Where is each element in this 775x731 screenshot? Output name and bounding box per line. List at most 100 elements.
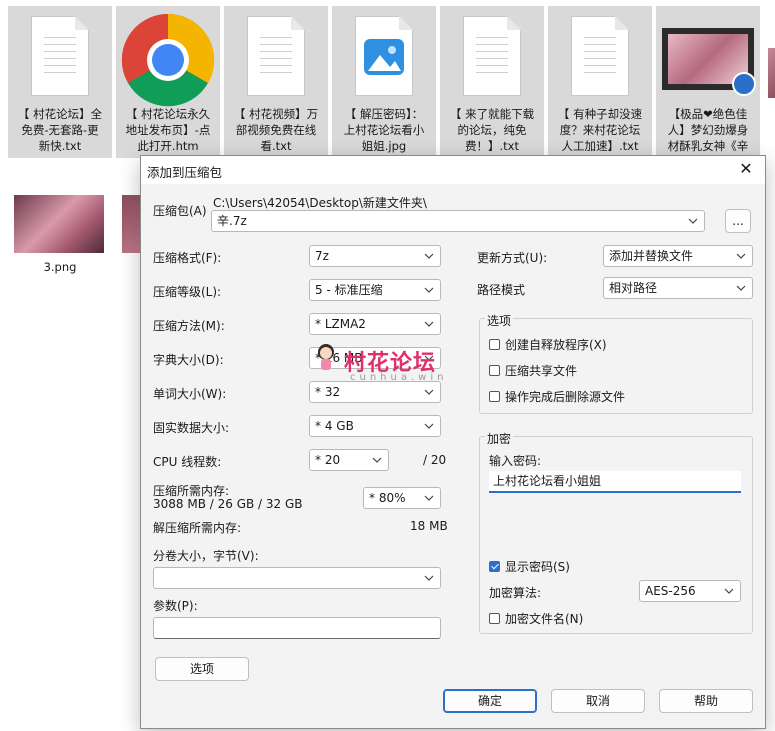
image-thumbnail (14, 195, 104, 253)
checkbox-checked-icon (489, 561, 500, 572)
shared-checkbox[interactable]: 压缩共享文件 (489, 362, 577, 379)
desktop-file-partial[interactable] (122, 195, 140, 253)
encryption-group-title: 加密 (485, 430, 514, 447)
split-label: 分卷大小，字节(V): (153, 549, 259, 563)
file-label: 3.png (43, 260, 77, 274)
path-mode-label: 路径模式 (477, 283, 526, 297)
image-file-icon (332, 12, 436, 104)
level-label: 压缩等级(L): (153, 285, 222, 299)
solid-select[interactable]: * 4 GB (309, 415, 441, 437)
video-thumbnail-icon (656, 12, 760, 104)
chrome-icon (116, 12, 220, 107)
mem-decomp-value: 18 MB (410, 519, 448, 533)
desktop-file-2[interactable]: 【 村花视频】万 部视频免费在线 看.txt (224, 6, 328, 158)
cpu-select[interactable]: * 20 (309, 449, 389, 471)
checkbox-icon (489, 613, 500, 624)
txt-file-icon (548, 12, 652, 104)
update-label: 更新方式(U): (477, 251, 548, 265)
chevron-down-icon (736, 285, 746, 291)
txt-file-icon (8, 12, 112, 104)
chevron-down-icon (424, 423, 434, 429)
update-select[interactable]: 添加并替换文件 (603, 245, 753, 267)
sfx-checkbox[interactable]: 创建自释放程序(X) (489, 336, 607, 353)
delete-checkbox[interactable]: 操作完成后删除源文件 (489, 388, 625, 405)
chevron-down-icon (372, 457, 382, 463)
format-label: 压缩格式(F): (153, 251, 222, 265)
mem-comp-detail: 3088 MB / 26 GB / 32 GB (153, 497, 303, 511)
chevron-down-icon (688, 218, 698, 224)
desktop-file-3png[interactable]: 3.png (8, 190, 112, 280)
format-select[interactable]: 7z (309, 245, 441, 267)
enc-names-checkbox[interactable]: 加密文件名(N) (489, 610, 583, 627)
archive-label: 压缩包(A) (153, 204, 207, 218)
archive-path: C:\Users\42054\Desktop\新建文件夹\ (213, 196, 427, 210)
desktop-file-0[interactable]: 【 村花论坛】全 免费-无套路-更 新快.txt (8, 6, 112, 158)
archive-name-combo[interactable]: 辛.7z (211, 210, 705, 232)
help-button[interactable]: 帮助 (659, 689, 753, 713)
path-mode-select[interactable]: 相对路径 (603, 277, 753, 299)
cancel-button[interactable]: 取消 (551, 689, 645, 713)
dict-label: 字典大小(D): (153, 353, 224, 367)
file-label: 【 村花论坛永久 地址发布页】-点 此打开.htm (125, 107, 211, 153)
add-to-archive-dialog: 添加到压缩包 ✕ 压缩包(A) C:\Users\42054\Desktop\新… (140, 155, 766, 729)
password-label: 输入密码: (489, 454, 542, 468)
title-bar: 添加到压缩包 ✕ (141, 156, 765, 184)
watermark-sub: cunhua.win (350, 372, 448, 383)
file-label: 【 来了就能下载 的论坛，纯免 费！】.txt (449, 107, 535, 153)
format-value: 7z (315, 249, 329, 263)
desktop-file-1[interactable]: 【 村花论坛永久 地址发布页】-点 此打开.htm (116, 6, 220, 158)
chevron-down-icon (424, 575, 434, 581)
solid-value: * 4 GB (315, 419, 354, 433)
desktop-file-4[interactable]: 【 来了就能下载 的论坛，纯免 费！】.txt (440, 6, 544, 158)
cpu-total: / 20 (423, 453, 447, 467)
checkbox-icon (489, 339, 500, 350)
password-input[interactable]: 上村花论坛看小姐姐 (489, 471, 741, 493)
desktop-file-5[interactable]: 【 有种子却没速 度？来村花论坛 人工加速】.txt (548, 6, 652, 158)
ok-button[interactable]: 确定 (443, 689, 537, 713)
enc-names-label: 加密文件名(N) (505, 612, 584, 626)
options-button[interactable]: 选项 (155, 657, 249, 681)
chevron-down-icon (424, 287, 434, 293)
file-label: 【 解压密码】： 上村花论坛看小 姐姐.jpg (343, 107, 425, 153)
split-select[interactable] (153, 567, 441, 589)
enc-method-select[interactable]: AES-256 (639, 580, 741, 602)
cpu-label: CPU 线程数: (153, 455, 222, 469)
word-label: 单词大小(W): (153, 387, 227, 401)
checkbox-icon (489, 365, 500, 376)
chevron-down-icon (424, 321, 434, 327)
sfx-label: 创建自释放程序(X) (505, 338, 607, 352)
txt-file-icon (224, 12, 328, 104)
chevron-down-icon (424, 389, 434, 395)
method-select[interactable]: * LZMA2 (309, 313, 441, 335)
method-label: 压缩方法(M): (153, 319, 225, 333)
desktop-file-6[interactable]: 【极品❤绝色佳 人】梦幻劲爆身 材酥乳女神《辛 (656, 6, 760, 158)
solid-label: 固实数据大小: (153, 421, 230, 435)
file-label: 【 村花论坛】全 免费-无套路-更 新快.txt (17, 107, 103, 153)
shared-label: 压缩共享文件 (505, 364, 578, 378)
mem-comp-select[interactable]: * 80% (363, 487, 441, 509)
level-select[interactable]: 5 - 标准压缩 (309, 279, 441, 301)
browse-button[interactable]: ... (725, 209, 751, 233)
show-password-label: 显示密码(S) (505, 560, 570, 574)
enc-method-value: AES-256 (645, 584, 696, 598)
txt-file-icon (440, 12, 544, 104)
method-value: * LZMA2 (315, 317, 366, 331)
file-label: 【 村花视频】万 部视频免费在线 看.txt (233, 107, 319, 153)
params-label: 参数(P): (153, 599, 198, 613)
delete-label: 操作完成后删除源文件 (505, 390, 626, 404)
show-password-checkbox[interactable]: 显示密码(S) (489, 558, 570, 575)
watermark-mascot-icon (314, 343, 338, 373)
close-icon[interactable]: ✕ (737, 159, 755, 178)
word-value: * 32 (315, 385, 341, 399)
options-group-title: 选项 (485, 312, 514, 329)
desktop-file-3[interactable]: 【 解压密码】： 上村花论坛看小 姐姐.jpg (332, 6, 436, 158)
dialog-title: 添加到压缩包 (147, 165, 223, 180)
path-mode-value: 相对路径 (609, 281, 658, 295)
word-select[interactable]: * 32 (309, 381, 441, 403)
mem-decomp-label: 解压缩所需内存: (153, 521, 242, 535)
params-input[interactable] (153, 617, 441, 639)
update-value: 添加并替换文件 (609, 249, 694, 263)
chevron-down-icon (424, 253, 434, 259)
chevron-down-icon (724, 588, 734, 594)
cpu-value: * 20 (315, 453, 341, 467)
